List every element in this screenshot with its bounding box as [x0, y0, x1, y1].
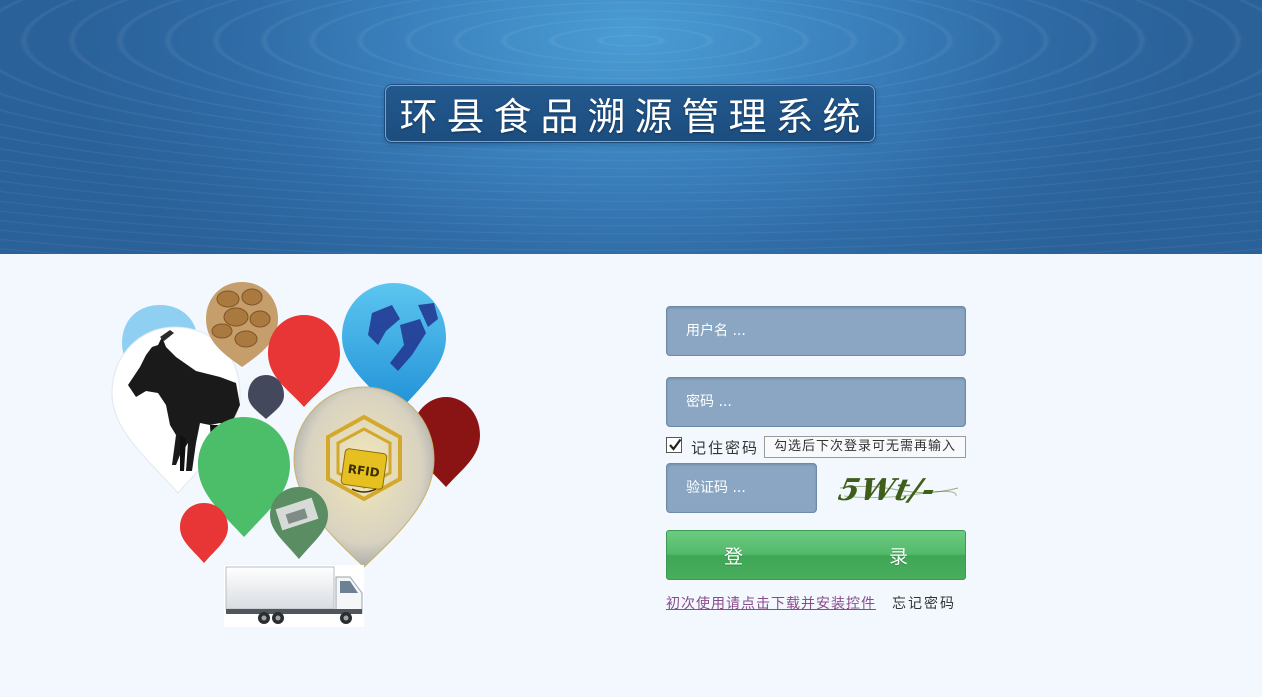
username-input[interactable] — [667, 307, 965, 355]
username-field[interactable] — [666, 306, 966, 356]
captcha-text: 5Wt/- — [838, 473, 939, 508]
password-input[interactable] — [667, 378, 965, 426]
remember-password-label[interactable]: 记住密码 — [691, 437, 759, 458]
header-banner: 环县食品溯源管理系统 — [0, 0, 1262, 254]
captcha-field[interactable] — [666, 463, 817, 513]
captcha-image[interactable]: 5Wt/- — [838, 466, 960, 512]
checkmark-icon — [669, 438, 682, 451]
food-traceability-illustration: RFID — [111, 282, 480, 627]
page-title: 环县食品溯源管理系统 — [399, 95, 870, 139]
login-button[interactable]: 登 录 — [666, 530, 966, 580]
password-field[interactable] — [666, 377, 966, 427]
balloon-dark-slate — [248, 375, 284, 419]
title-plate: 环县食品溯源管理系统 — [385, 85, 875, 142]
captcha-input[interactable] — [667, 464, 816, 512]
download-control-link[interactable]: 初次使用请点击下载并安装控件 — [666, 593, 876, 613]
rfid-chip-image: RFID — [326, 414, 402, 502]
remember-password-tip: 勾选后下次登录可无需再输入 — [764, 436, 966, 458]
forgot-password-link[interactable]: 忘记密码 — [892, 593, 956, 613]
remember-password-checkbox[interactable] — [666, 437, 682, 453]
remember-password-row: 记住密码 勾选后下次登录可无需再输入 — [666, 436, 966, 458]
balloon-red-small — [180, 503, 228, 563]
truck-image — [224, 565, 364, 627]
